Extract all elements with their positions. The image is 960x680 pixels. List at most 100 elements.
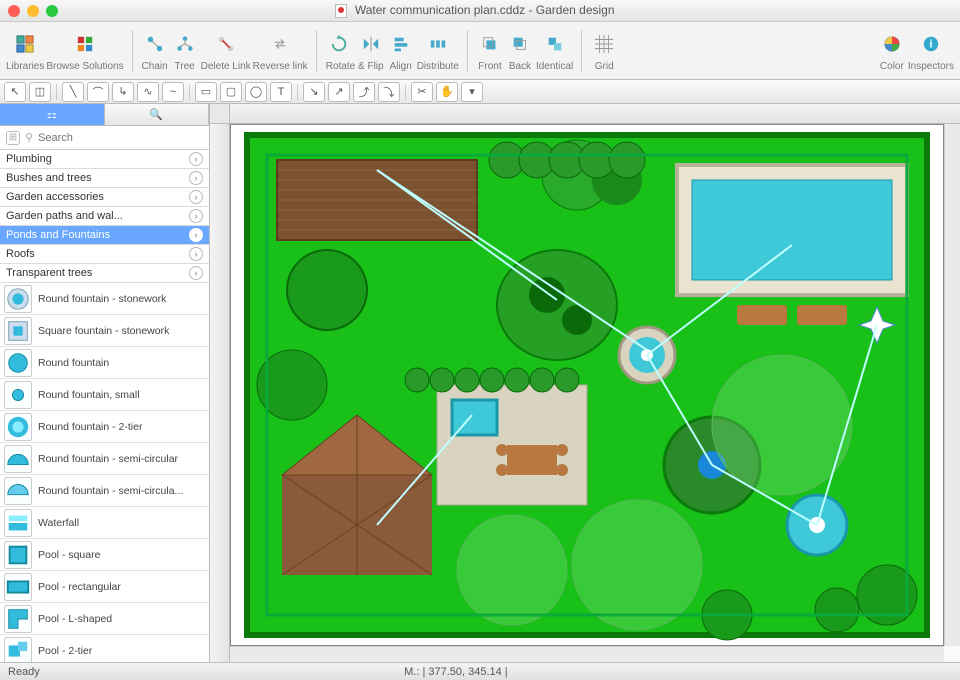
- tool-arrow2[interactable]: ↗: [328, 82, 350, 102]
- main-area: ⚏ 🔍 ⊞ ⚲ Plumbing›Bushes and trees›Garden…: [0, 104, 960, 662]
- category-garden-paths-and-wal-[interactable]: Garden paths and wal...›: [0, 207, 209, 226]
- shape-item[interactable]: Square fountain - stonework: [0, 315, 209, 347]
- toolbar-label: Back: [509, 61, 531, 72]
- shape-label: Round fountain - semi-circular: [38, 453, 178, 465]
- toolbar-group-chain: Chain: [141, 30, 169, 72]
- chevron-icon: ›: [189, 247, 203, 261]
- toolbar-label: Browse Solutions: [46, 61, 123, 72]
- toolbar-label: Color: [880, 61, 904, 72]
- drawing-canvas[interactable]: [230, 124, 944, 646]
- shape-item[interactable]: Round fountain, small: [0, 379, 209, 411]
- shape-item[interactable]: Pool - square: [0, 539, 209, 571]
- zoom-button[interactable]: [46, 5, 58, 17]
- category-transparent-trees[interactable]: Transparent trees›: [0, 264, 209, 283]
- tool-arc[interactable]: ⌒: [87, 82, 109, 102]
- toolbar-label: Libraries: [6, 61, 44, 72]
- libraries-button[interactable]: [11, 30, 39, 58]
- category-label: Bushes and trees: [6, 172, 92, 184]
- title-text: Water communication plan.cddz - Garden d…: [355, 3, 615, 17]
- titlebar: Water communication plan.cddz - Garden d…: [0, 0, 960, 22]
- tool-crop[interactable]: ✂: [411, 82, 433, 102]
- canvas-area: [210, 104, 960, 662]
- minimize-button[interactable]: [27, 5, 39, 17]
- toolbar-label: Align: [390, 61, 412, 72]
- expand-all-icon[interactable]: ⊞: [6, 131, 20, 145]
- tool-hand[interactable]: ✋: [436, 82, 458, 102]
- tool-line[interactable]: ╲: [62, 82, 84, 102]
- toolbar-group-delete-link: Delete Link: [201, 30, 251, 72]
- shape-item[interactable]: Pool - L-shaped: [0, 603, 209, 635]
- tool-roundrect[interactable]: ▢: [220, 82, 242, 102]
- rotate-button[interactable]: [325, 30, 353, 58]
- tool-curve[interactable]: ∿: [137, 82, 159, 102]
- grid-button[interactable]: [590, 30, 618, 58]
- tool-pointer[interactable]: ↖: [4, 82, 26, 102]
- shape-item[interactable]: Round fountain: [0, 347, 209, 379]
- shape-label: Square fountain - stonework: [38, 325, 169, 337]
- shape-thumbnail: [4, 573, 32, 601]
- tree-button[interactable]: [171, 30, 199, 58]
- tool-more[interactable]: ▾: [461, 82, 483, 102]
- back-button[interactable]: [506, 30, 534, 58]
- shape-thumbnail: [4, 637, 32, 663]
- front-button[interactable]: [476, 30, 504, 58]
- main-toolbar: LibrariesBrowse SolutionsChainTreeDelete…: [0, 22, 960, 80]
- close-button[interactable]: [8, 5, 20, 17]
- category-ponds-and-fountains[interactable]: Ponds and Fountains›: [0, 226, 209, 245]
- category-bushes-and-trees[interactable]: Bushes and trees›: [0, 169, 209, 188]
- search-icon: ⚲: [25, 131, 33, 144]
- tool-spline[interactable]: ~: [162, 82, 184, 102]
- inspectors-button[interactable]: i: [917, 30, 945, 58]
- shape-thumbnail: [4, 541, 32, 569]
- window-controls: [8, 5, 58, 17]
- toolbar-label: Identical: [536, 61, 573, 72]
- identical-button[interactable]: [541, 30, 569, 58]
- category-plumbing[interactable]: Plumbing›: [0, 150, 209, 169]
- sidebar-tab-shapes[interactable]: ⚏: [0, 104, 105, 125]
- toolbar-label: Delete Link: [201, 61, 251, 72]
- reverse-link-button[interactable]: [266, 30, 294, 58]
- garden-plan-drawing: [231, 125, 943, 645]
- category-garden-accessories[interactable]: Garden accessories›: [0, 188, 209, 207]
- tool-arrow3[interactable]: ⤴: [353, 82, 375, 102]
- toolbar-label: Reverse link: [253, 61, 308, 72]
- tool-arrow4[interactable]: ⤵: [378, 82, 400, 102]
- scrollbar-vertical[interactable]: [944, 124, 960, 646]
- search-input[interactable]: [38, 132, 203, 144]
- toolbar-group-browse-solutions: Browse Solutions: [46, 30, 123, 72]
- chevron-icon: ›: [189, 228, 203, 242]
- shape-item[interactable]: Pool - 2-tier: [0, 635, 209, 662]
- delete-link-button[interactable]: [212, 30, 240, 58]
- tool-rect[interactable]: ▭: [195, 82, 217, 102]
- category-roofs[interactable]: Roofs›: [0, 245, 209, 264]
- shape-item[interactable]: Pool - rectangular: [0, 571, 209, 603]
- flip-button[interactable]: [357, 30, 385, 58]
- chevron-icon: ›: [189, 209, 203, 223]
- chain-button[interactable]: [141, 30, 169, 58]
- solutions-button[interactable]: [71, 30, 99, 58]
- toolbar-label: Chain: [142, 61, 168, 72]
- distribute-button[interactable]: [424, 30, 452, 58]
- color-button[interactable]: [878, 30, 906, 58]
- shape-item[interactable]: Round fountain - semi-circular: [0, 443, 209, 475]
- sidebar-tab-search[interactable]: 🔍: [105, 104, 210, 125]
- toolbar-label: Inspectors: [908, 61, 954, 72]
- shape-item[interactable]: Round fountain - semi-circula...: [0, 475, 209, 507]
- status-ready: Ready: [8, 666, 40, 678]
- tool-text[interactable]: T: [270, 82, 292, 102]
- shape-thumbnail: [4, 509, 32, 537]
- shape-item[interactable]: Round fountain - stonework: [0, 283, 209, 315]
- tool-lasso[interactable]: ◫: [29, 82, 51, 102]
- tool-ellipse[interactable]: ◯: [245, 82, 267, 102]
- tool-connector[interactable]: ↳: [112, 82, 134, 102]
- tool-arrow1[interactable]: ↘: [303, 82, 325, 102]
- align-button[interactable]: [387, 30, 415, 58]
- scrollbar-horizontal[interactable]: [230, 646, 944, 662]
- toolbar-group-front: Front: [476, 30, 504, 72]
- shape-label: Pool - 2-tier: [38, 645, 92, 657]
- shape-item[interactable]: Round fountain - 2-tier: [0, 411, 209, 443]
- chevron-icon: ›: [189, 266, 203, 280]
- shape-item[interactable]: Waterfall: [0, 507, 209, 539]
- shape-thumbnail: [4, 349, 32, 377]
- toolbar-group-grid: Grid: [590, 30, 618, 72]
